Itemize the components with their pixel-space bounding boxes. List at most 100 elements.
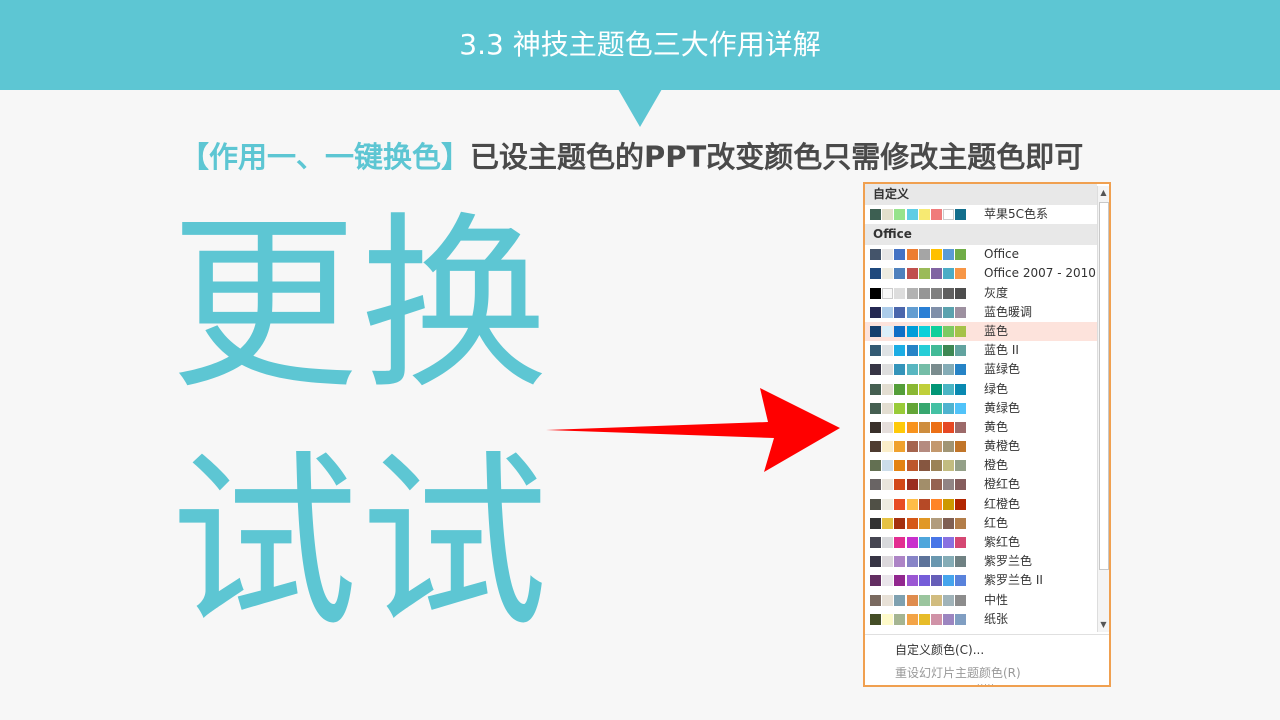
color-swatch (906, 287, 918, 299)
color-swatch (870, 498, 881, 510)
color-swatch (906, 441, 918, 453)
color-swatch (955, 249, 967, 261)
color-swatch (870, 421, 881, 433)
arrow-shape (546, 388, 840, 472)
color-swatch (955, 383, 967, 395)
color-swatch (882, 441, 894, 453)
theme-colors-dropdown[interactable]: 自定义 苹果5C色系 Office Office Office 2007 - 2010 灰… (863, 182, 1111, 687)
color-swatch (955, 325, 967, 337)
theme-row[interactable]: 红色 (865, 514, 1097, 533)
color-swatches (870, 517, 968, 529)
color-swatch (894, 287, 906, 299)
scroll-down-icon[interactable]: ▼ (1098, 618, 1109, 632)
color-swatches (870, 537, 968, 548)
color-swatch (930, 287, 942, 299)
theme-row[interactable]: 蓝色暖调 (865, 303, 1097, 322)
color-swatch (918, 306, 930, 318)
color-swatch (918, 268, 930, 280)
dropdown-footer: 自定义颜色(C)... 重设幻灯片主题颜色(R) ..... (865, 634, 1109, 687)
color-swatches (870, 209, 968, 220)
color-swatch (930, 345, 942, 357)
theme-row[interactable]: 紫红色 (865, 533, 1097, 552)
color-swatches (870, 421, 968, 433)
color-swatch (882, 575, 894, 587)
theme-row[interactable]: 黄绿色 (865, 399, 1097, 418)
subtitle-text: 已设主题色的PPT改变颜色只需修改主题色即可 (470, 140, 1084, 174)
theme-row[interactable]: 黄色 (865, 418, 1097, 437)
scroll-thumb[interactable] (1099, 202, 1109, 570)
color-swatch (894, 594, 906, 606)
theme-row[interactable]: 橙色 (865, 456, 1097, 475)
color-swatch (882, 268, 894, 280)
customize-colors-item[interactable]: 自定义颜色(C)... (895, 641, 984, 658)
color-swatch (918, 421, 930, 433)
theme-row[interactable]: Office (865, 245, 1097, 264)
scrollbar[interactable]: ▲ ▼ (1097, 186, 1109, 632)
resize-grip-icon[interactable]: ..... (977, 678, 995, 687)
color-swatch (906, 209, 918, 220)
theme-name: 苹果5C色系 (984, 207, 1049, 221)
theme-row[interactable]: 绿色 (865, 380, 1097, 399)
color-swatch (894, 556, 906, 568)
theme-row[interactable]: 中性 (865, 591, 1097, 610)
theme-row[interactable]: 紫罗兰色 II (865, 571, 1097, 590)
color-swatch (955, 556, 967, 568)
color-swatch (943, 402, 955, 414)
color-swatch (906, 325, 918, 337)
color-swatch (870, 556, 881, 568)
color-swatch (882, 383, 894, 395)
color-swatch (894, 575, 906, 587)
color-swatch (930, 556, 942, 568)
theme-list: 自定义 苹果5C色系 Office Office Office 2007 - 2010 灰… (865, 184, 1097, 634)
theme-row[interactable]: 红橙色 (865, 495, 1097, 514)
color-swatch (906, 498, 918, 510)
theme-row[interactable]: Office 2007 - 2010 (865, 264, 1097, 283)
reset-theme-colors-item[interactable]: 重设幻灯片主题颜色(R) (895, 664, 1021, 681)
theme-row[interactable]: 纸张 (865, 610, 1097, 629)
color-swatches (870, 383, 968, 395)
theme-row[interactable]: 蓝色 (865, 321, 1097, 342)
color-swatches (870, 402, 968, 414)
color-swatch (943, 575, 955, 587)
color-swatches (870, 287, 968, 299)
color-swatch (894, 441, 906, 453)
theme-row[interactable]: 黄橙色 (865, 437, 1097, 456)
theme-row[interactable]: 蓝色 II (865, 341, 1097, 360)
color-swatch (930, 364, 942, 376)
color-swatch (930, 613, 942, 625)
theme-row[interactable]: 蓝绿色 (865, 360, 1097, 379)
color-swatch (906, 479, 918, 491)
color-swatch (894, 345, 906, 357)
color-swatch (955, 613, 967, 625)
color-swatch (918, 575, 930, 587)
color-swatch (894, 537, 906, 548)
theme-name: Office 2007 - 2010 (984, 266, 1096, 281)
theme-name: 橙色 (984, 458, 1009, 473)
scroll-up-icon[interactable]: ▲ (1098, 186, 1109, 200)
theme-row[interactable]: 灰度 (865, 284, 1097, 303)
color-swatch (943, 209, 955, 220)
color-swatch (870, 575, 881, 587)
color-swatch (882, 498, 894, 510)
color-swatch (943, 345, 955, 357)
color-swatch (955, 364, 967, 376)
color-swatch (918, 287, 930, 299)
theme-row[interactable]: 苹果5C色系 (865, 205, 1097, 224)
color-swatches (870, 441, 968, 453)
color-swatch (906, 249, 918, 261)
color-swatch (955, 441, 967, 453)
color-swatches (870, 345, 968, 357)
color-swatch (930, 421, 942, 433)
color-swatch (882, 325, 894, 337)
color-swatch (906, 383, 918, 395)
theme-row[interactable]: 紫罗兰色 (865, 552, 1097, 571)
theme-row[interactable]: 橙红色 (865, 475, 1097, 494)
color-swatch (882, 345, 894, 357)
color-swatch (918, 325, 930, 337)
color-swatches (870, 268, 968, 280)
color-swatch (870, 306, 881, 318)
color-swatch (930, 479, 942, 491)
color-swatch (955, 594, 967, 606)
color-swatches (870, 556, 968, 568)
color-swatches (870, 249, 968, 261)
